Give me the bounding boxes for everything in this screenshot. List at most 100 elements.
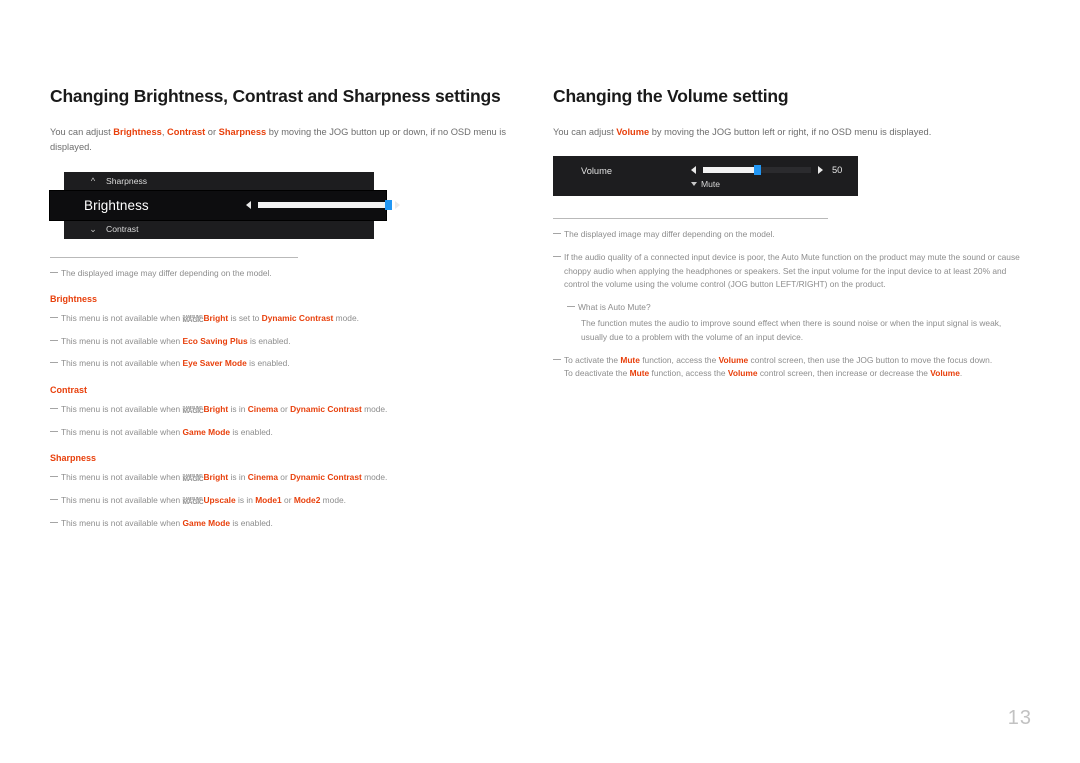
brightness-value: 100: [410, 198, 431, 213]
note-bold-bright: Bright: [203, 313, 229, 324]
note-bold-cinema: Cinema: [247, 472, 278, 483]
osd-row-brightness-label: Brightness: [84, 197, 149, 213]
note-model-right: The displayed image may differ depending…: [553, 228, 1023, 242]
note-bold-eco-saving-plus: Eco Saving Plus: [182, 335, 248, 346]
note-text: is enabled.: [246, 358, 290, 369]
intro-paragraph-volume: You can adjust Volume by moving the JOG …: [553, 125, 1023, 140]
magic-logo-bottom: MAGIC: [182, 408, 204, 416]
magic-logo-bottom: MAGIC: [182, 498, 204, 506]
manual-page: Changing Brightness, Contrast and Sharpn…: [0, 0, 1080, 763]
samsung-magic-logo-icon: SAMSUNG MAGIC: [182, 314, 204, 325]
note-mute-activate: To activate the Mute function, access th…: [553, 354, 1023, 381]
note-text: control screen, then increase or decreas…: [757, 368, 931, 379]
note-text: This menu is not available when: [61, 472, 183, 483]
note-bold-bright: Bright: [203, 404, 229, 415]
brightness-slider-fill: [258, 202, 388, 209]
note-text: This menu is not available when: [61, 426, 183, 437]
note-bold-upscale: Upscale: [203, 494, 236, 505]
triangle-left-icon[interactable]: [246, 201, 251, 210]
note-contrast-1: This menu is not available when SAMSUNG M…: [50, 403, 510, 417]
subheading-contrast: Contrast: [50, 385, 88, 396]
intro-highlight-brightness: Brightness: [113, 127, 162, 137]
intro-highlight-volume: Volume: [616, 127, 650, 137]
volume-slider-fill: [703, 167, 757, 174]
note-text: is in: [228, 404, 248, 415]
note-text: function, access the: [649, 368, 728, 379]
note-sharpness-1: This menu is not available when SAMSUNG M…: [50, 471, 510, 485]
chevron-down-icon: [690, 182, 697, 187]
osd-row-sharpness[interactable]: ^ Sharpness: [64, 171, 374, 191]
note-text: is set to: [228, 313, 262, 324]
note-text: function, access the: [639, 354, 719, 365]
subheading-brightness: Brightness: [50, 294, 98, 305]
brightness-slider-knob[interactable]: [385, 200, 392, 211]
note-text: is enabled.: [230, 426, 273, 437]
note-bold-dynamic-contrast: Dynamic Contrast: [290, 404, 362, 415]
note-bold-game-mode: Game Mode: [182, 426, 230, 437]
note-brightness-1: This menu is not available when SAMSUNG M…: [50, 312, 510, 326]
note-text: This menu is not available when: [61, 313, 183, 324]
page-number: 13: [1007, 707, 1032, 729]
note-model-left: The displayed image may differ depending…: [50, 267, 510, 281]
osd-row-mute[interactable]: Mute: [553, 179, 858, 189]
brightness-slider[interactable]: 100: [246, 198, 436, 212]
samsung-magic-logo-icon: SAMSUNG MAGIC: [182, 473, 204, 484]
note-bold-volume: Volume: [718, 354, 749, 365]
note-bold-mute: Mute: [629, 368, 650, 379]
note-text: This menu is not available when: [61, 494, 183, 505]
volume-slider[interactable]: 50: [691, 165, 858, 176]
chevron-down-icon: ⌄: [89, 223, 97, 234]
intro-sep-2: or: [205, 127, 219, 137]
intro-paragraph-brightness: You can adjust Brightness, Contrast or S…: [50, 125, 510, 156]
chevron-up-icon: ^: [90, 175, 96, 186]
note-what-is-auto-mute: What is Auto Mute?: [553, 301, 1023, 315]
note-text: is in: [228, 472, 248, 483]
note-bold-volume: Volume: [727, 368, 758, 379]
osd-row-brightness[interactable]: Brightness 100: [50, 190, 431, 220]
note-text: or: [277, 472, 291, 483]
triangle-right-icon[interactable]: [395, 201, 400, 210]
triangle-left-icon[interactable]: [691, 166, 696, 175]
right-column: Changing the Volume setting You can adju…: [553, 86, 1023, 390]
note-text: This menu is not available when: [61, 335, 183, 346]
note-text: To deactivate the: [564, 368, 630, 379]
volume-slider-knob[interactable]: [754, 165, 761, 176]
intro-highlight-sharpness: Sharpness: [218, 127, 267, 137]
note-text: control screen, then use the JOG button …: [748, 354, 993, 365]
note-text: This menu is not available when: [61, 517, 183, 528]
osd-row-sharpness-label: Sharpness: [106, 176, 148, 187]
note-sharpness-2: This menu is not available when SAMSUNG M…: [50, 494, 510, 508]
note-text: This menu is not available when: [61, 404, 183, 415]
intro-highlight-contrast: Contrast: [166, 127, 206, 137]
note-text: or: [281, 494, 294, 505]
intro-text-2: by moving the JOG button left or right, …: [649, 127, 932, 137]
note-text: or: [277, 404, 291, 415]
note-text: mode.: [361, 404, 388, 415]
note-bold-mode: Dynamic Contrast: [261, 313, 334, 324]
osd-row-contrast[interactable]: ⌄ Contrast: [64, 219, 374, 239]
intro-text-1: You can adjust: [553, 127, 617, 137]
note-bold-dynamic-contrast: Dynamic Contrast: [290, 472, 362, 483]
note-text: To activate the: [564, 354, 621, 365]
brightness-slider-track[interactable]: [258, 200, 392, 211]
osd-volume-widget: Volume 50 Mute: [553, 156, 858, 197]
note-sharpness-3: This menu is not available when Game Mod…: [50, 517, 510, 531]
magic-logo-bottom: MAGIC: [182, 476, 204, 484]
osd-mute-label: Mute: [700, 179, 721, 190]
subheading-sharpness: Sharpness: [50, 453, 97, 464]
note-bold-mode2: Mode2: [293, 494, 321, 505]
volume-slider-track[interactable]: [703, 165, 811, 176]
note-text: This menu is not available when: [61, 358, 183, 369]
samsung-magic-logo-icon: SAMSUNG MAGIC: [182, 496, 204, 506]
osd-brightness-widget: ^ Sharpness Brightness 100 ⌄ Contrast: [50, 171, 431, 239]
intro-text-1: You can adjust: [50, 127, 114, 137]
note-bold-volume: Volume: [930, 368, 960, 379]
note-contrast-2: This menu is not available when Game Mod…: [50, 426, 510, 440]
magic-logo-bottom: MAGIC: [182, 317, 204, 325]
left-column: Changing Brightness, Contrast and Sharpn…: [50, 86, 510, 539]
note-text: mode.: [361, 472, 388, 483]
note-brightness-2: This menu is not available when Eco Savi…: [50, 335, 510, 349]
divider-left: [50, 256, 298, 258]
triangle-right-icon[interactable]: [818, 166, 823, 175]
page-title-brightness: Changing Brightness, Contrast and Sharpn…: [50, 86, 501, 106]
